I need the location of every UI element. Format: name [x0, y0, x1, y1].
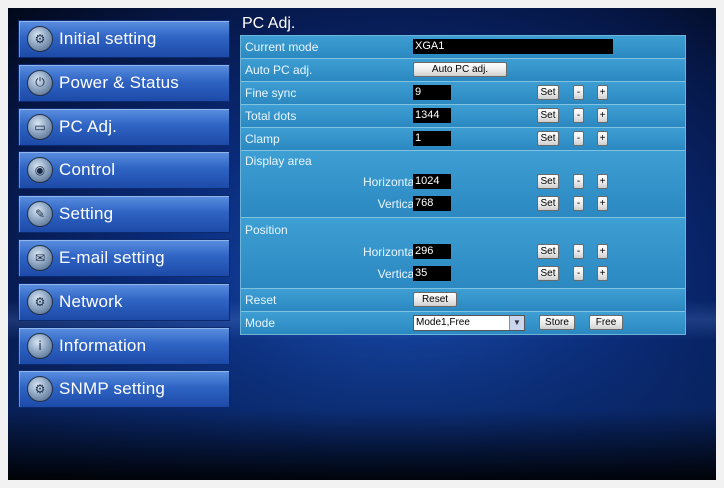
auto-pc-adj-label: Auto PC adj. — [245, 63, 313, 77]
sidebar-item-pc-adj[interactable]: ▭ PC Adj. — [18, 107, 230, 146]
page-title: PC Adj. — [242, 15, 296, 32]
sidebar-item-information[interactable]: i Information — [18, 326, 230, 365]
sidebar-item-control[interactable]: ◉ Control — [18, 151, 230, 190]
window-frame: ⚙ Initial setting ⏻ Power & Status ▭ PC … — [0, 0, 724, 488]
position-vertical-set-button[interactable]: Set — [537, 266, 559, 281]
clamp-plus-button[interactable]: + — [597, 131, 608, 146]
clamp-input[interactable]: 1 — [413, 131, 451, 146]
sidebar-item-network[interactable]: ⚙ Network — [18, 282, 230, 321]
sidebar-item-label: Setting — [59, 204, 114, 224]
total-dots-input[interactable]: 1344 — [413, 108, 451, 123]
main-panel: PC Adj. Current mode XGA1 Auto PC adj. A… — [240, 13, 686, 335]
sidebar-item-label: Power & Status — [59, 72, 179, 92]
fine-sync-label: Fine sync — [245, 86, 297, 100]
free-button[interactable]: Free — [589, 315, 623, 330]
reset-button[interactable]: Reset — [413, 292, 457, 307]
total-dots-plus-button[interactable]: + — [597, 108, 608, 123]
display-area-horizontal-set-button[interactable]: Set — [537, 174, 559, 189]
current-mode-label: Current mode — [245, 40, 319, 54]
info-icon: i — [27, 332, 53, 359]
sidebar-item-snmp-setting[interactable]: ⚙ SNMP setting — [18, 370, 230, 409]
sidebar-item-label: E-mail setting — [59, 247, 165, 267]
envelope-icon: ✉ — [27, 244, 53, 271]
display-area-vertical-input[interactable]: 768 — [413, 196, 451, 211]
display-area-horizontal-input[interactable]: 1024 — [413, 174, 451, 189]
row-mode: Mode Mode1,Free ▼ Store Free — [241, 312, 685, 334]
position-horizontal-plus-button[interactable]: + — [597, 244, 608, 259]
position-vertical-minus-button[interactable]: - — [573, 266, 584, 281]
store-button[interactable]: Store — [539, 315, 575, 330]
display-area-label: Display area — [245, 154, 312, 168]
position-label: Position — [245, 223, 288, 237]
display-area-horizontal-label: Horizontal — [362, 175, 417, 189]
sidebar-item-label: Network — [59, 291, 123, 311]
sidebar-item-power-status[interactable]: ⏻ Power & Status — [18, 63, 230, 102]
screen-background: ⚙ Initial setting ⏻ Power & Status ▭ PC … — [8, 8, 716, 480]
sidebar-item-initial-setting[interactable]: ⚙ Initial setting — [18, 20, 230, 58]
sidebar-item-label: Information — [59, 335, 147, 355]
position-vertical-plus-button[interactable]: + — [597, 266, 608, 281]
power-icon: ⏻ — [27, 69, 53, 96]
clamp-minus-button[interactable]: - — [573, 131, 584, 146]
chevron-down-icon[interactable]: ▼ — [509, 316, 524, 330]
row-auto-pc-adj: Auto PC adj. Auto PC adj. — [241, 59, 685, 82]
snmp-icon: ⚙ — [27, 376, 53, 403]
display-area-vertical-plus-button[interactable]: + — [597, 196, 608, 211]
current-mode-value: XGA1 — [413, 39, 613, 54]
row-current-mode: Current mode XGA1 — [241, 36, 685, 59]
total-dots-minus-button[interactable]: - — [573, 108, 584, 123]
monitor-icon: ▭ — [27, 113, 53, 140]
row-fine-sync: Fine sync 9 Set - + — [241, 82, 685, 105]
total-dots-label: Total dots — [245, 109, 297, 123]
controller-icon: ◉ — [27, 157, 53, 184]
network-icon: ⚙ — [27, 288, 53, 315]
total-dots-set-button[interactable]: Set — [537, 108, 559, 123]
display-area-vertical: Vertical 768 Set - + — [241, 193, 687, 215]
row-display-area: Display area Horizontal 1024 Set - + Ver… — [241, 151, 685, 218]
mode-select[interactable]: Mode1,Free ▼ — [413, 315, 525, 331]
position-vertical-input[interactable]: 35 — [413, 266, 451, 281]
wrench-icon: ✎ — [27, 201, 53, 228]
fine-sync-minus-button[interactable]: - — [573, 85, 584, 100]
position-horizontal-label: Horizontal — [362, 245, 417, 259]
position-horizontal-set-button[interactable]: Set — [537, 244, 559, 259]
row-clamp: Clamp 1 Set - + — [241, 128, 685, 151]
row-position: Position Horizontal 296 Set - + Vertical… — [241, 218, 685, 289]
mode-select-value: Mode1,Free — [416, 317, 470, 328]
auto-pc-adj-button[interactable]: Auto PC adj. — [413, 62, 507, 77]
display-area-vertical-set-button[interactable]: Set — [537, 196, 559, 211]
reset-label: Reset — [245, 293, 277, 307]
sidebar-item-label: Initial setting — [59, 29, 157, 48]
display-area-horizontal-plus-button[interactable]: + — [597, 174, 608, 189]
position-vertical-label: Vertical — [377, 267, 417, 281]
clamp-label: Clamp — [245, 132, 280, 146]
mode-label: Mode — [245, 316, 276, 330]
position-horizontal-input[interactable]: 296 — [413, 244, 451, 259]
gear-icon: ⚙ — [27, 26, 53, 52]
display-area-horizontal: Horizontal 1024 Set - + — [241, 171, 687, 193]
position-horizontal-minus-button[interactable]: - — [573, 244, 584, 259]
sidebar-item-label: SNMP setting — [59, 379, 166, 399]
fine-sync-plus-button[interactable]: + — [597, 85, 608, 100]
display-area-horizontal-minus-button[interactable]: - — [573, 174, 584, 189]
sidebar-item-email-setting[interactable]: ✉ E-mail setting — [18, 238, 230, 277]
fine-sync-set-button[interactable]: Set — [537, 85, 559, 100]
position-horizontal: Horizontal 296 Set - + — [241, 241, 687, 263]
sidebar-item-setting[interactable]: ✎ Setting — [18, 195, 230, 234]
position-vertical: Vertical 35 Set - + — [241, 263, 687, 285]
settings-table: Current mode XGA1 Auto PC adj. Auto PC a… — [240, 35, 686, 335]
sidebar-item-label: Control — [59, 160, 116, 180]
fine-sync-input[interactable]: 9 — [413, 85, 451, 100]
display-area-vertical-minus-button[interactable]: - — [573, 196, 584, 211]
row-total-dots: Total dots 1344 Set - + — [241, 105, 685, 128]
clamp-set-button[interactable]: Set — [537, 131, 559, 146]
sidebar-item-label: PC Adj. — [59, 116, 118, 136]
row-reset: Reset Reset — [241, 289, 685, 312]
sidebar: ⚙ Initial setting ⏻ Power & Status ▭ PC … — [18, 20, 230, 414]
display-area-vertical-label: Vertical — [377, 197, 417, 211]
